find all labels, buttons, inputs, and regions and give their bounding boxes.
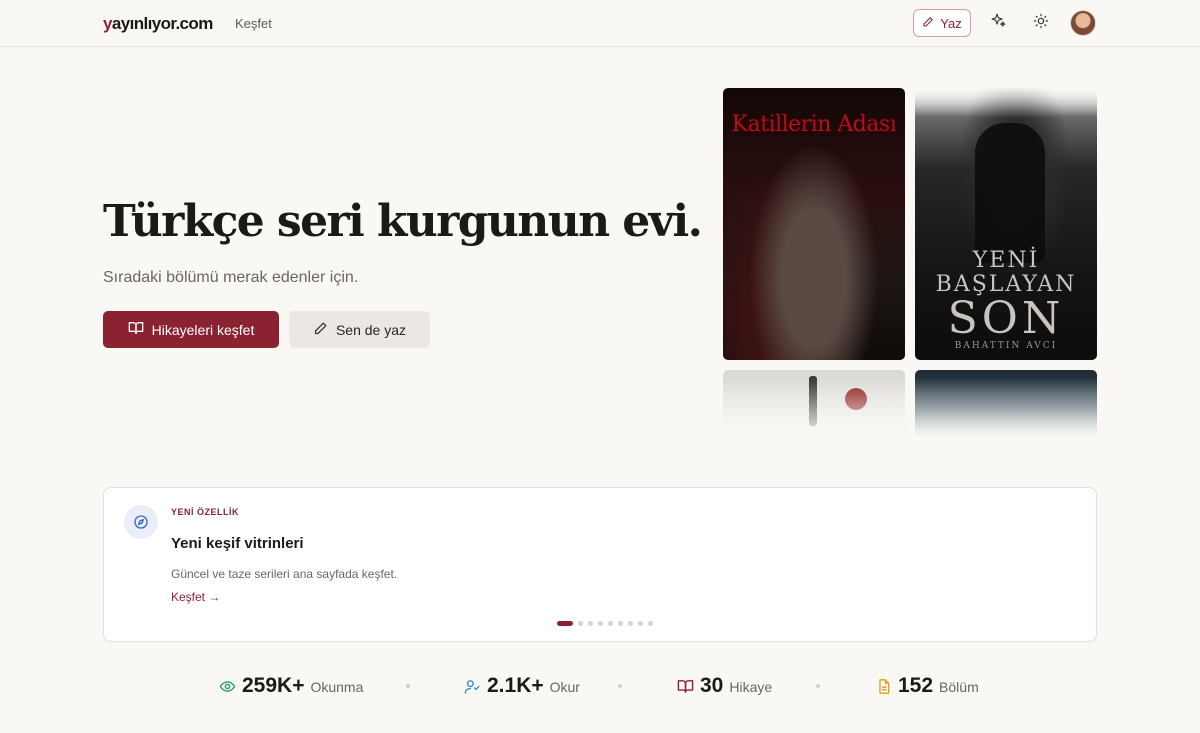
site-logo[interactable]: yayınlıyor.com	[103, 14, 213, 34]
pen-icon	[313, 321, 328, 339]
nav-discover-link[interactable]: Keşfet	[235, 16, 272, 31]
stat-separator	[406, 684, 410, 688]
stat-chapters: 152 Bölüm	[876, 674, 979, 698]
cover-title-line: SON	[947, 293, 1065, 344]
write-button[interactable]: Yaz	[913, 9, 971, 37]
cover-fade	[723, 378, 1097, 438]
stat-value: 259K+	[242, 674, 305, 697]
stat-separator	[816, 684, 820, 688]
cover-fade	[915, 88, 1097, 118]
carousel-dot[interactable]	[628, 621, 633, 626]
book-cover-katillerin-adasi[interactable]: Katillerin Adası	[723, 88, 905, 360]
open-book-icon	[128, 320, 144, 339]
stat-label: Hikaye	[729, 679, 773, 695]
featured-covers-grid: Katillerin Adası YENİ BAŞLAYAN SON BAHAT…	[723, 88, 1097, 438]
explore-stories-label: Hikayeleri keşfet	[151, 321, 255, 338]
carousel-dot[interactable]	[618, 621, 623, 626]
eye-icon	[219, 678, 236, 700]
feature-discover-link[interactable]: Keşfet →	[171, 590, 220, 604]
stat-value: 2.1K+	[487, 674, 544, 697]
carousel-dot[interactable]	[557, 621, 573, 626]
write-button-label: Yaz	[940, 15, 962, 31]
stat-stories: 30 Hikaye	[677, 674, 772, 698]
carousel-dot[interactable]	[638, 621, 643, 626]
stat-readers: 2.1K+ Okur	[464, 674, 580, 698]
start-writing-button[interactable]: Sen de yaz	[289, 311, 430, 348]
book-icon	[677, 678, 694, 700]
feature-title: Yeni keşif vitrinleri	[171, 535, 304, 552]
logo-text: ayınlıyor.com	[111, 14, 213, 33]
start-writing-label: Sen de yaz	[335, 321, 407, 338]
sparkles-icon	[990, 12, 1007, 34]
book-cover-yeni-baslayan-son[interactable]: YENİ BAŞLAYAN SON BAHATTIN AVCI	[915, 88, 1097, 360]
stat-value: 30	[700, 674, 724, 697]
stat-label: Okunma	[310, 679, 364, 695]
feature-description: Güncel ve taze serileri ana sayfada keşf…	[171, 567, 398, 581]
compass-icon	[124, 505, 158, 539]
stat-separator	[618, 684, 622, 688]
cover-author: BAHATTIN AVCI	[954, 341, 1058, 351]
users-icon	[464, 678, 481, 700]
pen-icon	[922, 16, 934, 31]
user-avatar[interactable]	[1070, 10, 1096, 36]
carousel-dot[interactable]	[608, 621, 613, 626]
carousel-pagination	[557, 621, 653, 626]
stat-label: Bölüm	[939, 679, 979, 695]
theme-toggle-button[interactable]	[1029, 11, 1053, 35]
stat-reads: 259K+ Okunma	[219, 674, 363, 698]
explore-stories-button[interactable]: Hikayeleri keşfet	[103, 311, 279, 348]
cover-title-line: YENİ	[972, 248, 1040, 273]
logo-initial: y	[103, 14, 112, 33]
cover-title: Katillerin Adası	[731, 112, 897, 137]
carousel-dot[interactable]	[578, 621, 583, 626]
hero-title: Türkçe seri kurgunun evi.	[103, 196, 703, 247]
carousel-dot[interactable]	[598, 621, 603, 626]
cover-figure	[975, 123, 1045, 263]
stat-label: Okur	[549, 679, 580, 695]
feature-announcement-card: YENİ ÖZELLİK Yeni keşif vitrinleri Günce…	[103, 487, 1097, 642]
sparkles-button[interactable]	[986, 11, 1010, 35]
feature-eyebrow: YENİ ÖZELLİK	[171, 507, 240, 517]
sun-icon	[1033, 13, 1049, 34]
carousel-dot[interactable]	[588, 621, 593, 626]
hero-subtitle: Sıradaki bölümü merak edenler için.	[103, 269, 359, 286]
carousel-dot[interactable]	[648, 621, 653, 626]
document-icon	[876, 678, 892, 700]
top-navbar: yayınlıyor.com Keşfet Yaz	[0, 0, 1200, 47]
stat-value: 152	[898, 674, 934, 697]
